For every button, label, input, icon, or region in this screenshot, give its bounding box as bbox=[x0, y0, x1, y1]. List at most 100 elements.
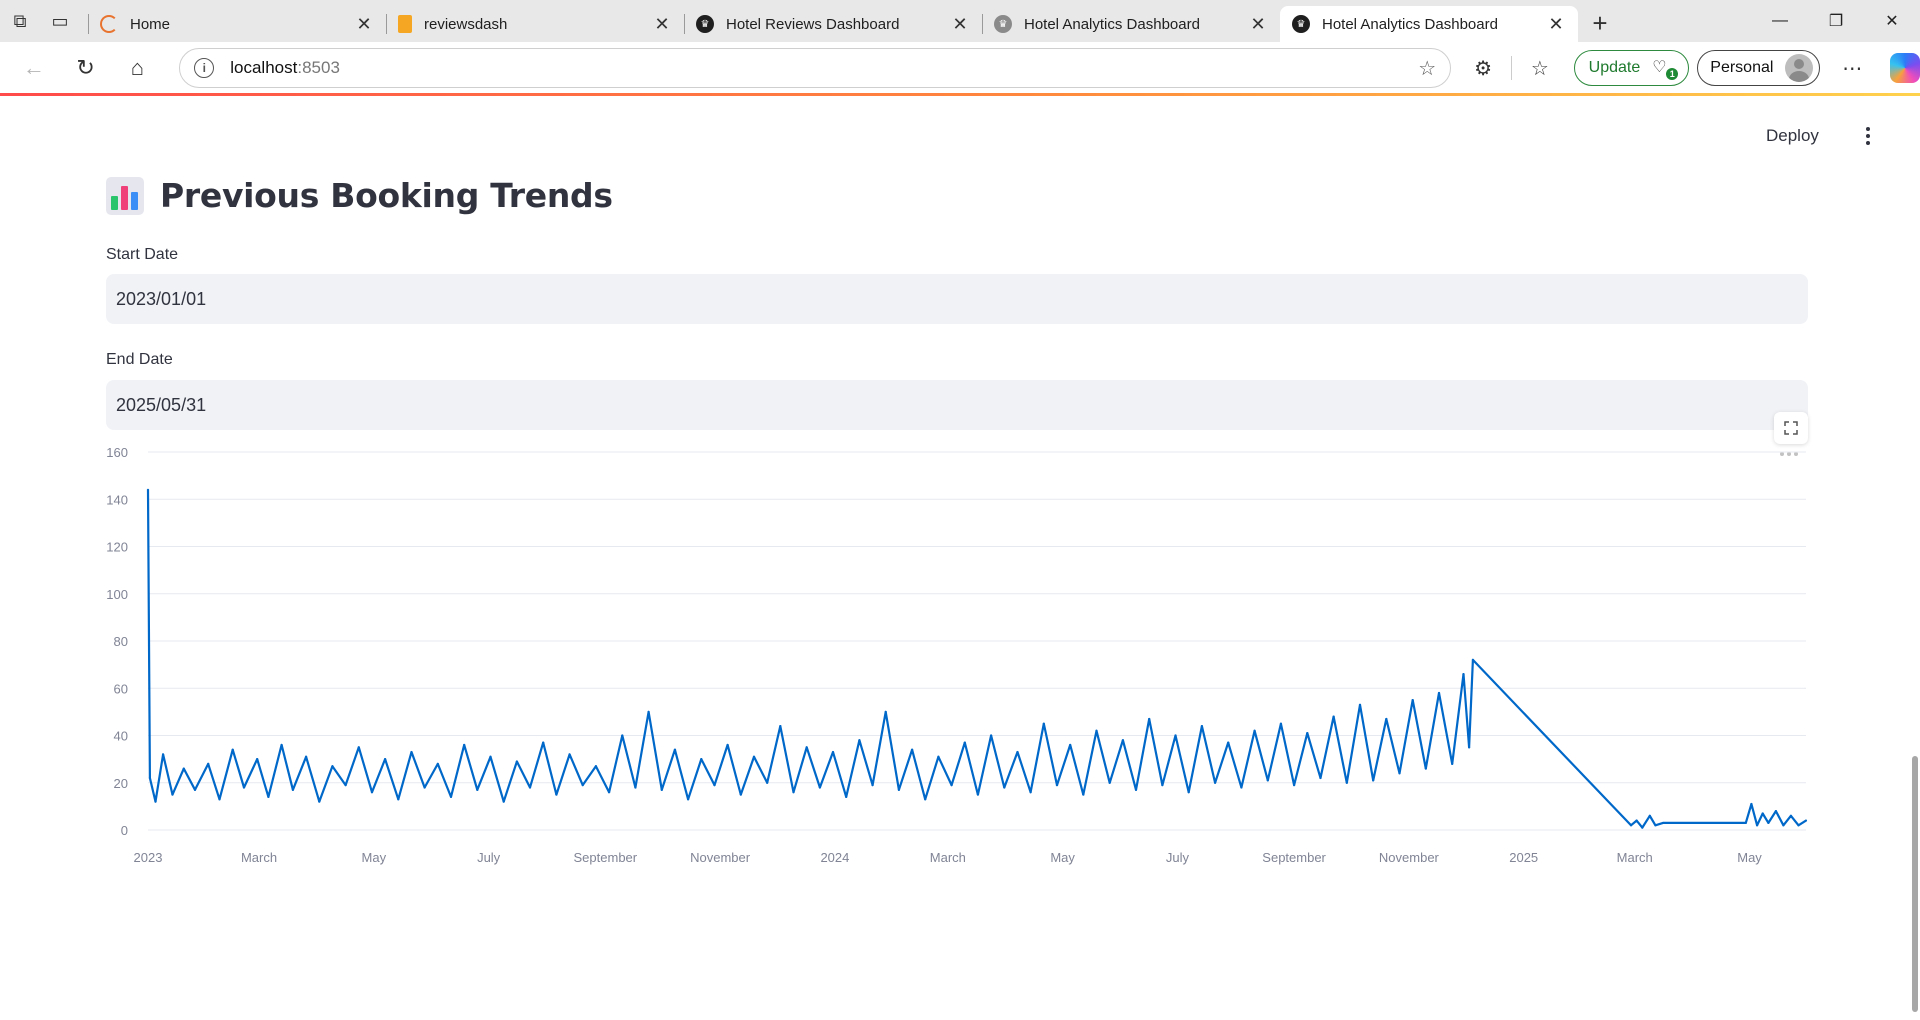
data-point bbox=[1069, 743, 1072, 747]
end-date-label: End Date bbox=[106, 351, 173, 368]
data-point bbox=[218, 798, 221, 801]
series-line bbox=[146, 489, 1807, 829]
update-badge: 1 bbox=[1666, 68, 1679, 80]
data-point bbox=[318, 800, 321, 803]
data-point bbox=[910, 748, 914, 751]
y-tick-label: 160 bbox=[106, 445, 128, 460]
url-host: localhost bbox=[230, 58, 298, 77]
x-tick-label: September bbox=[1262, 850, 1326, 865]
back-button[interactable]: ← bbox=[8, 46, 60, 90]
window-controls: — ❐ ✕ bbox=[1752, 0, 1920, 42]
data-point bbox=[1227, 741, 1230, 744]
data-point bbox=[1654, 824, 1657, 827]
address-toolbar: ← ↻ ⌂ i localhost:8503 ☆ ⚙ ☆ Update ♡ 1 P… bbox=[0, 42, 1920, 94]
browser-tab-home[interactable]: Home ✕ bbox=[88, 6, 386, 42]
data-point bbox=[845, 795, 848, 799]
loading-icon bbox=[100, 15, 118, 33]
data-point bbox=[1134, 788, 1138, 791]
data-point bbox=[280, 743, 283, 747]
data-point bbox=[871, 784, 874, 787]
x-tick-label: May bbox=[362, 850, 387, 865]
address-bar[interactable]: i localhost:8503 ☆ bbox=[179, 48, 1452, 88]
start-date-label: Start Date bbox=[106, 246, 179, 263]
data-point bbox=[384, 758, 387, 761]
data-point bbox=[1648, 814, 1651, 817]
data-point bbox=[476, 788, 479, 791]
y-tick-label: 20 bbox=[114, 776, 128, 791]
data-point bbox=[1782, 824, 1785, 827]
restore-icon[interactable]: ❐ bbox=[1808, 0, 1864, 42]
data-point bbox=[713, 784, 716, 787]
data-point bbox=[1767, 821, 1770, 825]
close-tab-icon[interactable]: ✕ bbox=[1248, 14, 1268, 35]
url-port: :8503 bbox=[297, 58, 340, 77]
profile-button[interactable]: Personal bbox=[1697, 50, 1821, 86]
data-point bbox=[555, 793, 558, 796]
data-point bbox=[1253, 729, 1256, 732]
browser-tab-hotel-reviews[interactable]: ♛ Hotel Reviews Dashboard ✕ bbox=[684, 6, 982, 42]
favorites-icon[interactable]: ☆ bbox=[1514, 46, 1566, 90]
streamlit-crown-icon: ♛ bbox=[696, 15, 714, 33]
data-point bbox=[621, 734, 624, 737]
browser-tab-reviewsdash[interactable]: reviewsdash ✕ bbox=[386, 6, 684, 42]
minimize-icon[interactable]: — bbox=[1752, 0, 1808, 42]
x-tick-label: May bbox=[1737, 850, 1762, 865]
copilot-icon[interactable] bbox=[1890, 53, 1920, 83]
data-point bbox=[242, 786, 246, 789]
site-info-icon[interactable]: i bbox=[194, 58, 215, 78]
browser-tab-hotel-analytics[interactable]: ♛ Hotel Analytics Dashboard ✕ bbox=[982, 6, 1280, 42]
data-point bbox=[1804, 819, 1808, 822]
data-point bbox=[1055, 784, 1059, 787]
workspaces-icon[interactable]: ⧉ bbox=[0, 0, 40, 42]
browser-tab-hotel-analytics-active[interactable]: ♛ Hotel Analytics Dashboard ✕ bbox=[1280, 6, 1578, 42]
data-point bbox=[1200, 724, 1203, 728]
data-point bbox=[463, 743, 466, 747]
data-point bbox=[884, 710, 887, 713]
update-button[interactable]: Update ♡ 1 bbox=[1573, 50, 1690, 86]
app-page: Deploy Previous Booking Trends Start Dat… bbox=[0, 96, 1920, 1020]
tab-actions-icon[interactable]: ▭ bbox=[40, 0, 80, 42]
y-tick-label: 40 bbox=[114, 729, 128, 744]
data-point bbox=[897, 788, 900, 791]
data-point bbox=[1471, 658, 1474, 661]
page-title: Previous Booking Trends bbox=[160, 176, 613, 215]
home-button[interactable]: ⌂ bbox=[112, 46, 164, 90]
x-tick-label: 2023 bbox=[134, 850, 163, 865]
data-point bbox=[1095, 729, 1098, 732]
deploy-button[interactable]: Deploy bbox=[1766, 126, 1819, 146]
data-point bbox=[739, 793, 742, 796]
data-point bbox=[1029, 791, 1032, 794]
main-menu-icon[interactable] bbox=[1858, 124, 1878, 148]
page-scrollbar[interactable] bbox=[1912, 756, 1918, 1012]
reload-button[interactable]: ↻ bbox=[60, 46, 112, 90]
data-point bbox=[410, 750, 413, 754]
close-tab-icon[interactable]: ✕ bbox=[652, 14, 672, 35]
more-menu-icon[interactable]: ⋯ bbox=[1826, 46, 1878, 90]
data-point bbox=[1358, 703, 1362, 706]
new-tab-button[interactable]: + bbox=[1578, 4, 1622, 42]
close-tab-icon[interactable]: ✕ bbox=[950, 14, 970, 35]
data-point bbox=[634, 786, 637, 789]
close-tab-icon[interactable]: ✕ bbox=[1546, 14, 1566, 35]
bar-chart-icon bbox=[106, 176, 144, 215]
extensions-icon[interactable]: ⚙ bbox=[1457, 46, 1509, 90]
end-date-input[interactable]: 2025/05/31 bbox=[106, 380, 1808, 430]
data-point bbox=[146, 488, 150, 491]
close-tab-icon[interactable]: ✕ bbox=[354, 14, 374, 35]
data-point bbox=[660, 788, 663, 791]
data-point bbox=[924, 798, 927, 801]
data-point bbox=[370, 791, 374, 794]
x-tick-label: May bbox=[1050, 850, 1075, 865]
x-tick-label: 2025 bbox=[1509, 850, 1538, 865]
data-point bbox=[1661, 821, 1665, 825]
close-window-icon[interactable]: ✕ bbox=[1864, 0, 1920, 42]
data-point bbox=[1332, 715, 1335, 718]
y-tick-label: 80 bbox=[114, 634, 128, 649]
data-point bbox=[1635, 819, 1638, 822]
data-point bbox=[726, 743, 729, 747]
data-point bbox=[291, 788, 295, 791]
start-date-input[interactable]: 2023/01/01 bbox=[106, 274, 1808, 324]
data-point bbox=[1462, 672, 1465, 676]
favorite-star-icon[interactable]: ☆ bbox=[1418, 56, 1436, 81]
data-point bbox=[1629, 824, 1633, 827]
